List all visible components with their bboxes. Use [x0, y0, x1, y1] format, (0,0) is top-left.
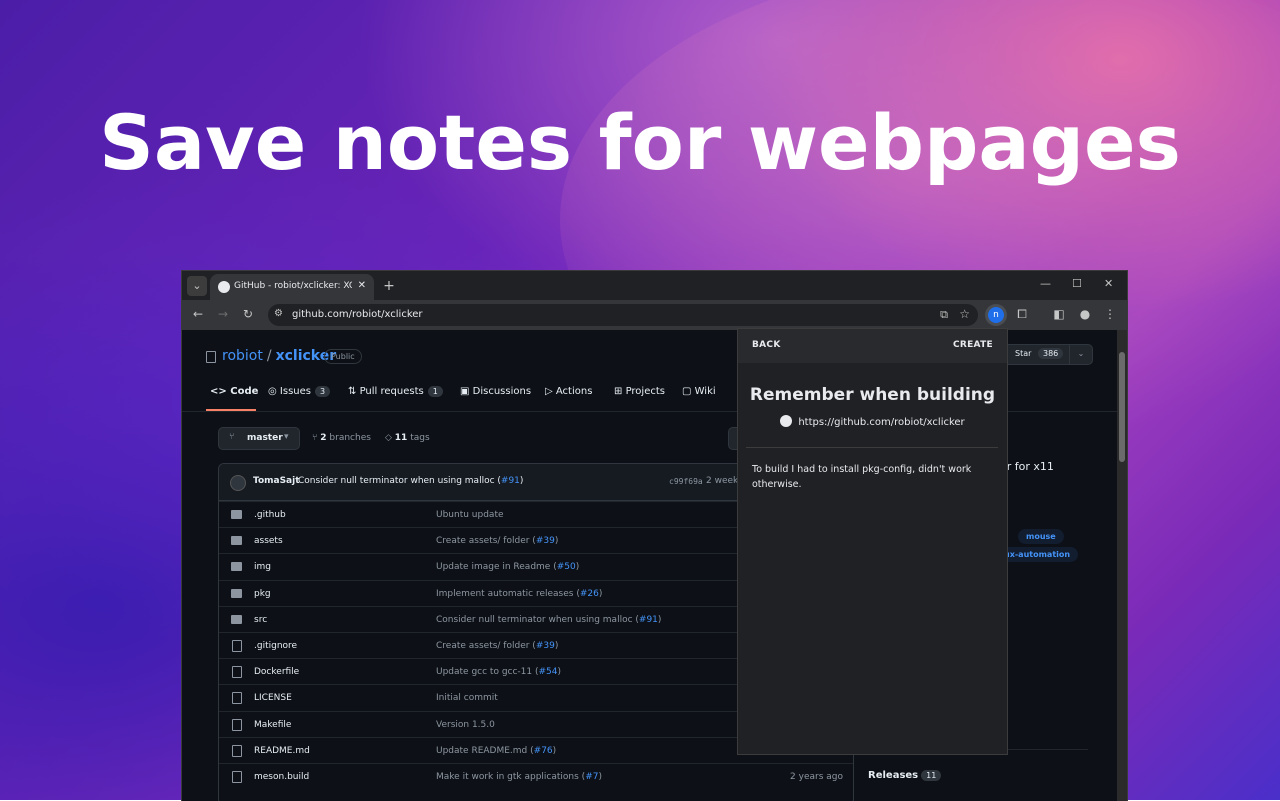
url-text[interactable]: github.com/robiot/xclicker	[292, 309, 423, 320]
file-commit-time: 2 years ago	[790, 772, 843, 782]
note-body[interactable]: To build I had to install pkg-config, di…	[752, 462, 992, 492]
tab-wiki[interactable]: ▢ Wiki	[682, 386, 716, 397]
file-icon	[232, 718, 242, 731]
tab-issues[interactable]: ◎ Issues 3	[268, 386, 331, 397]
minimize-icon[interactable]: —	[1040, 277, 1051, 290]
popup-header: BACK CREATE	[738, 329, 1007, 363]
note-source[interactable]: https://github.com/robiot/xclicker	[738, 415, 1007, 428]
commit-author[interactable]: TomaSajt	[253, 476, 300, 486]
visibility-badge: Public	[324, 349, 362, 364]
file-name[interactable]: pkg	[254, 589, 271, 599]
file-name[interactable]: img	[254, 562, 271, 572]
file-name[interactable]: .github	[254, 510, 286, 520]
branch-icon: ⑂	[229, 432, 235, 442]
avatar[interactable]	[230, 475, 246, 491]
commit-message[interactable]: Consider null terminator when using mall…	[298, 476, 523, 486]
file-commit-message[interactable]: Update gcc to gcc-11 (#54)	[436, 667, 561, 677]
folder-icon	[231, 510, 242, 519]
file-commit-message[interactable]: Create assets/ folder (#39)	[436, 641, 558, 651]
file-commit-message[interactable]: Update README.md (#76)	[436, 746, 556, 756]
browser-toolbar: ← → ↻ ⚙ github.com/robiot/xclicker ⧉ ☆ n…	[182, 300, 1127, 330]
scrollbar-thumb[interactable]	[1119, 352, 1125, 462]
topic-mouse[interactable]: mouse	[1018, 529, 1064, 544]
releases-heading[interactable]: Releases 11	[868, 770, 942, 781]
forward-arrow-icon[interactable]: →	[215, 307, 231, 321]
reload-icon[interactable]: ↻	[240, 307, 256, 321]
scrollbar[interactable]	[1117, 330, 1127, 801]
maximize-icon[interactable]: ☐	[1072, 277, 1082, 290]
tab-code[interactable]: <> Code	[210, 386, 258, 397]
github-favicon-icon	[218, 281, 230, 293]
tab-actions[interactable]: ▷ Actions	[545, 386, 592, 397]
back-button[interactable]: BACK	[752, 340, 781, 350]
file-commit-message[interactable]: Make it work in gtk applications (#7)	[436, 772, 602, 782]
tab-discussions[interactable]: ▣ Discussions	[460, 386, 531, 397]
file-name[interactable]: .gitignore	[254, 641, 297, 651]
popup-divider	[746, 447, 998, 448]
side-panel-icon[interactable]: ◧	[1051, 307, 1067, 321]
repo-breadcrumb: robiot / xclicker	[222, 348, 336, 364]
about-description: er for x11	[1000, 460, 1054, 473]
note-source-url: https://github.com/robiot/xclicker	[798, 417, 965, 428]
tab-title: GitHub - robiot/xclicker: XClicker	[234, 281, 352, 291]
file-icon	[232, 640, 242, 652]
repo-icon	[206, 351, 216, 363]
branches-link[interactable]: ⑂ 2 branches	[312, 433, 371, 443]
bookmark-star-icon[interactable]: ☆	[959, 307, 970, 321]
folder-icon	[231, 614, 242, 624]
caret-down-icon: ▾	[284, 432, 289, 442]
back-arrow-icon[interactable]: ←	[190, 307, 206, 321]
file-commit-message[interactable]: Implement automatic releases (#26)	[436, 589, 602, 599]
topic-ux-automation[interactable]: ux-automation	[996, 547, 1079, 562]
commit-sha[interactable]: c99f69a	[669, 477, 703, 486]
browser-tab[interactable]: GitHub - robiot/xclicker: XClicker ✕	[210, 274, 374, 300]
tab-close-icon[interactable]: ✕	[358, 280, 366, 291]
file-icon	[232, 771, 242, 783]
branch-name: master	[247, 433, 283, 443]
site-settings-icon[interactable]: ⚙	[274, 308, 283, 319]
table-row[interactable]: meson.build Make it work in gtk applicati…	[219, 763, 853, 790]
file-commit-message[interactable]: Consider null terminator when using mall…	[436, 615, 661, 625]
breadcrumb-separator: /	[266, 348, 272, 364]
file-name[interactable]: Dockerfile	[254, 667, 299, 677]
file-icon	[232, 666, 242, 679]
folder-icon	[231, 562, 242, 572]
profile-icon[interactable]: ●	[1077, 307, 1093, 321]
file-name[interactable]: README.md	[254, 746, 310, 756]
file-commit-message[interactable]: Update image in Readme (#50)	[436, 562, 579, 572]
branch-select[interactable]: ⑂ master ▾	[218, 427, 300, 450]
menu-kebab-icon[interactable]: ⋮	[1102, 307, 1118, 321]
headline: Save notes for webpages	[99, 98, 1181, 187]
file-commit-message[interactable]: Create assets/ folder (#39)	[436, 536, 558, 546]
file-icon	[232, 692, 242, 705]
folder-icon	[231, 536, 242, 546]
github-favicon-icon	[780, 415, 793, 427]
notes-extension-icon[interactable]: n	[988, 307, 1004, 323]
file-name[interactable]: LICENSE	[254, 693, 292, 703]
file-name[interactable]: assets	[254, 536, 283, 546]
file-name[interactable]: src	[254, 615, 267, 625]
file-icon	[232, 744, 242, 757]
file-commit-message[interactable]: Initial commit	[436, 693, 498, 703]
extensions-puzzle-icon[interactable]: ⧠	[1014, 307, 1030, 322]
close-window-icon[interactable]: ✕	[1104, 277, 1113, 290]
repo-owner-link[interactable]: robiot	[222, 348, 263, 364]
install-app-icon[interactable]: ⧉	[940, 308, 948, 322]
folder-icon	[231, 588, 242, 598]
new-tab-button[interactable]: +	[379, 276, 399, 296]
tab-search-chevron-icon[interactable]: ⌄	[187, 276, 207, 296]
notes-extension-popup: BACK CREATE Remember when building https…	[737, 328, 1008, 755]
note-title: Remember when building	[749, 385, 996, 405]
file-name[interactable]: Makefile	[254, 720, 291, 730]
title-bar: ⌄ GitHub - robiot/xclicker: XClicker ✕ +…	[182, 271, 1127, 300]
tab-pull-requests[interactable]: ⇅ Pull requests 1	[348, 386, 443, 397]
create-button[interactable]: CREATE	[953, 340, 993, 350]
file-commit-message[interactable]: Version 1.5.0	[436, 720, 495, 730]
address-bar[interactable]: ⚙ github.com/robiot/xclicker ⧉ ☆	[268, 304, 978, 326]
file-name[interactable]: meson.build	[254, 772, 309, 782]
file-commit-message[interactable]: Ubuntu update	[436, 510, 504, 520]
tab-projects[interactable]: ⊞ Projects	[614, 386, 665, 397]
tags-link[interactable]: ◇ 11 tags	[385, 433, 430, 443]
